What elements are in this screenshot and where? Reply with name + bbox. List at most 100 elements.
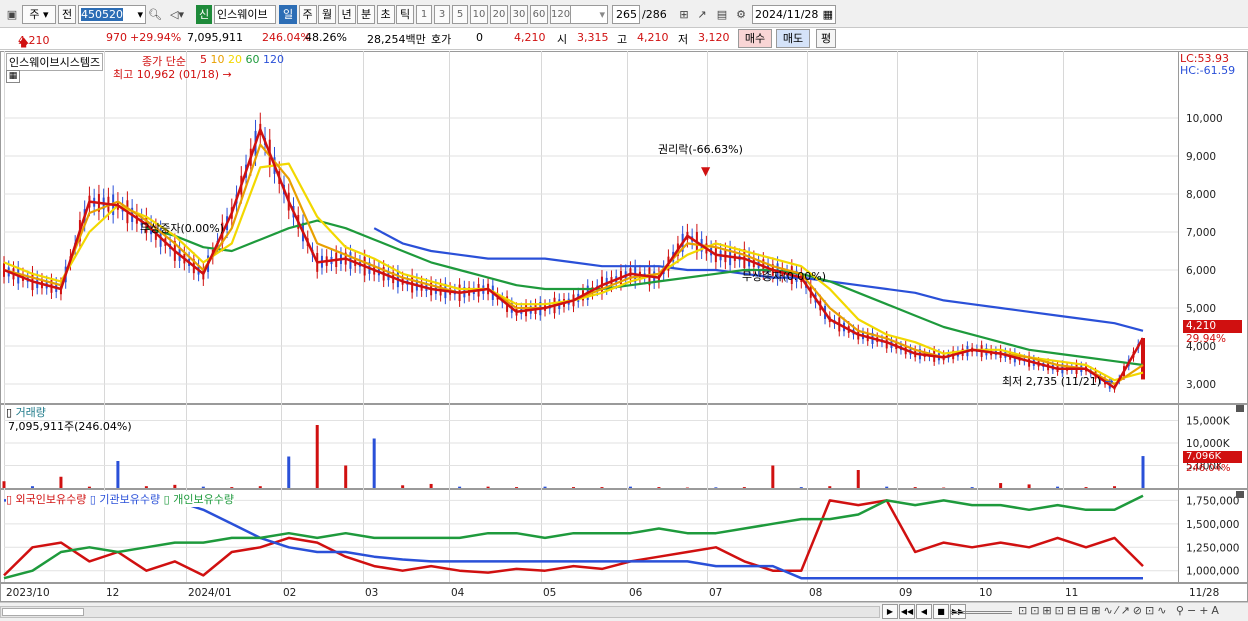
volume-bar <box>799 487 803 488</box>
ma-line-60 <box>146 219 1144 367</box>
ma-legend-item: 120 <box>263 53 284 66</box>
interval-tab[interactable]: 5 <box>452 5 468 24</box>
interval-tab[interactable]: 3 <box>434 5 450 24</box>
period-tab[interactable]: 월 <box>318 5 336 24</box>
y-tick-label: 10,000 <box>1186 113 1223 125</box>
interval-input[interactable]: ▾ <box>570 5 608 24</box>
chevron-down-icon: ▾ <box>599 8 605 21</box>
ma-legend-item: 5 <box>200 53 211 66</box>
interval-tab[interactable]: 30 <box>510 5 528 24</box>
speaker-icon[interactable]: ◁▾ <box>165 5 189 24</box>
search-icon[interactable]: 🔍︎ <box>147 5 163 24</box>
panel-close-icon[interactable] <box>1236 405 1244 412</box>
volume-bar <box>714 487 718 488</box>
open-value: 3,315 <box>577 31 609 44</box>
sell-button[interactable]: 매도 <box>776 29 810 48</box>
nav-button[interactable]: ◀ <box>916 604 932 619</box>
save-icon[interactable]: ▤ <box>714 5 730 24</box>
volume-bar <box>173 484 177 488</box>
volume-bar <box>771 465 775 488</box>
volume-bar <box>1141 456 1145 488</box>
volume-bar <box>87 486 91 488</box>
ma-legend-item: 10 <box>210 53 228 66</box>
volume-bar <box>999 483 1003 488</box>
y-tick-label: 15,000K <box>1186 416 1231 428</box>
panel-close-icon[interactable] <box>1236 491 1244 498</box>
table-toggle-icon[interactable]: ▦ <box>6 70 20 83</box>
period-tab[interactable]: 주 <box>298 5 317 24</box>
hc-label: HC:-61.59 <box>1180 64 1236 77</box>
volume-bar <box>201 486 205 488</box>
bottom-toolbar: ▶ ◀◀ ◀ ■ ▶▶ ⊡⊡⊞⊡⊟⊟⊞∿⁄↗⊘⊡∿ ⚲−+A <box>0 602 1248 621</box>
volume-bar <box>628 486 632 488</box>
volume-bar <box>600 487 604 488</box>
window-menu-icon[interactable]: ▣ <box>4 5 20 24</box>
y-tick-label: 9,000 <box>1186 151 1216 163</box>
volume-bar <box>458 486 462 488</box>
volume-bar <box>543 486 547 488</box>
holder-line <box>3 499 1144 577</box>
rights-annotation: 권리락(-66.63%) <box>658 143 743 156</box>
interval-tab[interactable]: 20 <box>490 5 508 24</box>
volume-bar <box>913 487 917 488</box>
arrow-down-icon: ▼ <box>701 164 711 178</box>
nav-button[interactable]: ▶ <box>882 604 898 619</box>
interval-tab[interactable]: 1 <box>416 5 432 24</box>
volume-bar <box>372 438 376 488</box>
volume-bar <box>742 487 746 488</box>
volume-ratio: 246.04% <box>262 31 311 44</box>
period-tab[interactable]: 일 <box>279 5 297 24</box>
period-tab[interactable]: 년 <box>337 5 356 24</box>
scrollbar-thumb[interactable] <box>2 608 84 616</box>
trend-icon[interactable]: ↗ <box>694 5 710 24</box>
volume-legend-value: 7,095,911주(246.04%) <box>8 420 132 433</box>
zoom-slider[interactable] <box>950 611 1012 614</box>
market-select[interactable]: 주 ▾ <box>22 5 56 24</box>
gear-icon[interactable]: ⚙ <box>733 5 749 24</box>
chart-canvas[interactable]: 2023/10 12 2024/01 02 03 04 05 06 07 08 09 10 11 11/2… <box>0 51 1248 602</box>
new-listing-badge: 신 <box>196 5 212 24</box>
volume-bar <box>515 487 519 488</box>
holder-legend: ▯ 외국인보유수량 ▯ 기관보유수량 ▯ 개인보유수량 <box>6 491 234 507</box>
y-tick-label: 8,000 <box>1186 189 1216 201</box>
price-legend-name[interactable]: 인스웨이브시스템즈 <box>6 53 104 71</box>
volume-bar <box>429 483 433 488</box>
volume-bar <box>344 465 348 488</box>
eval-button[interactable]: 평 <box>816 29 836 48</box>
interval-tab[interactable]: 60 <box>530 5 548 24</box>
grid-icon[interactable]: ⊞ <box>676 5 692 24</box>
nav-button[interactable]: ■ <box>933 604 949 619</box>
chevron-down-icon: ▾ <box>137 8 143 21</box>
y-tick-label: 7,000 <box>1186 227 1216 239</box>
period-tab[interactable]: 분 <box>357 5 375 24</box>
y-tick-label: 10,000K <box>1186 438 1231 450</box>
interval-tab[interactable]: 120 <box>550 5 571 24</box>
tool-icons[interactable]: ⊡⊡⊞⊡⊟⊟⊞∿⁄↗⊘⊡∿ ⚲−+A <box>1018 604 1222 617</box>
stock-code-input[interactable]: 450520 ▾ <box>78 5 146 24</box>
prev-button[interactable]: 전 <box>58 5 76 24</box>
interval-tab[interactable]: 10 <box>470 5 488 24</box>
buy-button[interactable]: 매수 <box>738 29 772 48</box>
date-input[interactable]: 2024/11/28 ▦ <box>752 5 836 24</box>
period-tab[interactable]: 초 <box>376 5 395 24</box>
count-input[interactable]: 265 <box>612 5 640 24</box>
volume-bar <box>116 461 120 488</box>
price-change: 970 <box>106 31 127 44</box>
nav-button[interactable]: ◀◀ <box>899 604 915 619</box>
x-tick-label: 10 <box>979 587 992 599</box>
horizontal-scrollbar[interactable] <box>0 606 880 618</box>
date-value: 2024/11/28 <box>755 8 819 21</box>
y-tick-label: 6,000 <box>1186 265 1216 277</box>
panel-frame <box>0 404 1248 489</box>
y-tick-label: 1,250,000 <box>1186 542 1239 554</box>
x-tick-label: 09 <box>899 587 912 599</box>
volume-bar <box>287 456 291 488</box>
low-value: 3,120 <box>698 31 730 44</box>
stock-name-field[interactable]: 인스웨이브 <box>214 5 276 24</box>
x-tick-label: 11 <box>1065 587 1078 599</box>
chart-area[interactable]: 2023/10 12 2024/01 02 03 04 05 06 07 08 09 10 11 11/2… <box>0 51 1248 621</box>
x-tick-label: 08 <box>809 587 822 599</box>
x-tick-label: 02 <box>283 587 296 599</box>
volume-bar <box>486 486 490 488</box>
period-tab[interactable]: 틱 <box>396 5 414 24</box>
